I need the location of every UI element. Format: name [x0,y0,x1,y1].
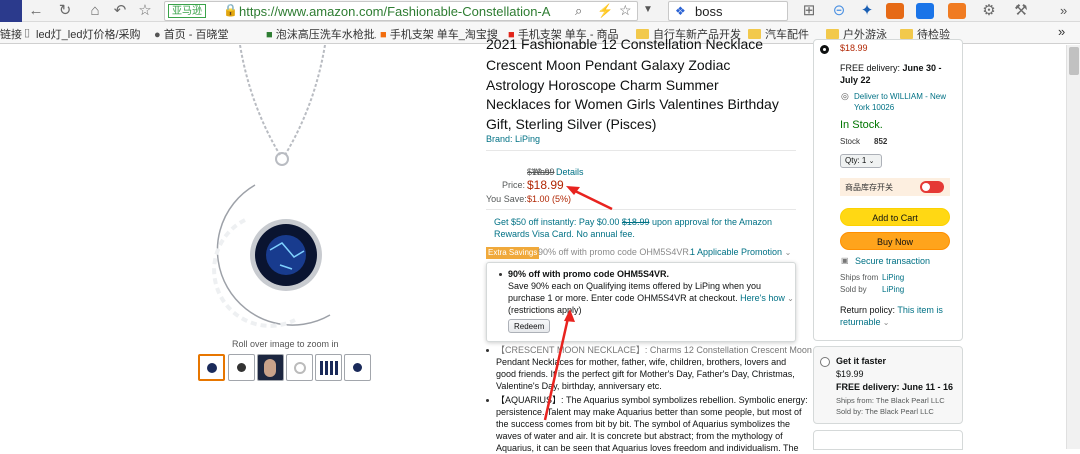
grid-icon[interactable]: ⊞ [800,2,818,20]
product-page: Roll over image to zoom in 2021 Fashiona… [0,36,1080,453]
paw-icon: ❖ [675,4,686,18]
search-text[interactable]: boss [695,4,722,19]
bookmark-item[interactable]: ■ 泡沫高压洗车水枪批发 [266,26,376,41]
favorite-star-icon[interactable]: ☆ [619,2,632,19]
extension-badge-icon[interactable] [886,3,904,19]
bookmark-item[interactable]: 链接 [0,26,22,41]
store-icon[interactable] [948,3,966,19]
address-bar[interactable]: 亚马逊 🔒 https://www.amazon.com/Fashionable… [164,1,638,21]
tools-icon[interactable]: ⚒ [1012,2,1030,20]
taobao-icon: ■ [380,29,390,41]
extension-icon[interactable]: ✦ [858,2,876,20]
bookmark-item[interactable]: ▯ led灯_led灯价格/采购 [24,26,144,41]
annotation-arrowhead [564,309,575,322]
undo-icon[interactable]: ↶ [111,2,129,20]
forward-refresh-icon[interactable]: ↻ [56,2,74,20]
fba-icon[interactable] [916,3,934,19]
site-badge-label: 亚马逊 [172,6,202,17]
bookmark-label: led灯_led灯价格/采购 [36,29,141,41]
globe-icon: ● [154,29,164,41]
annotation-arrow [572,188,613,211]
browser-logo-icon [0,0,22,22]
minus-circle-icon[interactable]: ⊝ [830,2,848,20]
bookmark-label: 泡沫高压洗车水枪批发 [275,29,376,41]
green-site-icon: ■ [266,29,276,41]
lock-icon: 🔒 [223,3,238,17]
site-badge: 亚马逊 [168,4,206,18]
bookmark-item[interactable]: ■ 手机支架 单车_淘宝搜 [380,26,498,41]
more-bookmarks[interactable]: » [1058,24,1072,39]
settings-icon[interactable]: ⚙ [980,2,998,20]
browser-toolbar: ← ↻ ⌂ ↶ ☆ 亚马逊 🔒 https://www.amazon.com/F… [0,0,1080,22]
folder-icon [900,29,913,39]
search-icon[interactable]: ⌕ [575,3,582,19]
annotation-arrows [543,186,613,421]
bookmark-label: 链接 [0,29,22,41]
folder-icon [826,29,839,39]
bookmark-item[interactable]: ● 首页 - 百晓堂 [154,26,254,41]
url-text[interactable]: https://www.amazon.com/Fashionable-Const… [239,4,569,19]
home-icon[interactable]: ⌂ [86,2,104,20]
browser-search-box[interactable]: ❖ boss [668,1,788,21]
back-arrow-icon[interactable]: ← [27,2,45,20]
bookmark-label: 手机支架 单车_淘宝搜 [389,29,498,41]
dropdown-arrow-icon[interactable]: ▼ [643,4,653,15]
annotation-arrow [543,317,570,421]
lightning-icon[interactable]: ⚡ [597,3,613,19]
star-icon[interactable]: ☆ [136,2,154,20]
toolbar-more[interactable]: » [1060,3,1067,18]
bookmark-label: 首页 - 百晓堂 [163,29,229,41]
page-icon: ▯ [24,27,31,39]
